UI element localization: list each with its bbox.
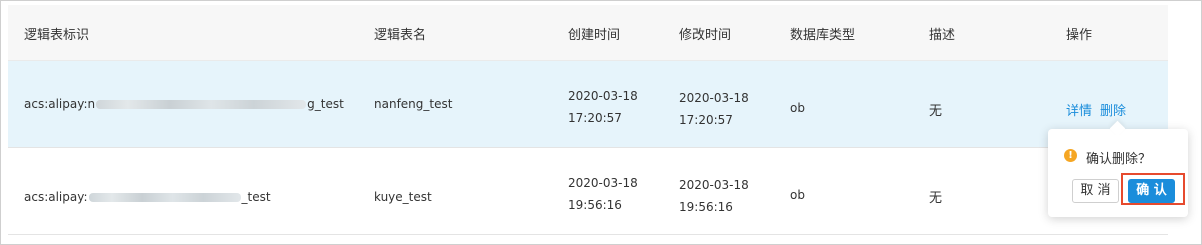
row-name: nanfeng_test	[374, 97, 453, 111]
header-description: 描述	[929, 28, 956, 43]
header-created: 创建时间	[568, 28, 621, 43]
row-actions: 详情 删除	[1066, 100, 1126, 119]
header-name: 逻辑表名	[374, 28, 427, 43]
row-created: 2020-03-18 19:56:16	[568, 172, 638, 216]
header-actions: 操作	[1066, 28, 1093, 43]
row-db-type: ob	[790, 188, 805, 202]
redacted-text	[88, 193, 241, 202]
created-time: 17:20:57	[568, 111, 622, 125]
warning-icon: !	[1064, 149, 1077, 162]
modified-time: 17:20:57	[679, 113, 733, 127]
header-db-type: 数据库类型	[790, 28, 856, 43]
table-row[interactable]: acs:alipay: _test kuye_test 2020-03-18 19…	[8, 148, 1168, 235]
header-id: 逻辑表标识	[24, 28, 90, 43]
created-date: 2020-03-18	[568, 176, 638, 190]
row-modified: 2020-03-18 17:20:57	[679, 87, 749, 131]
modified-date: 2020-03-18	[679, 178, 749, 192]
row-description: 无	[929, 191, 943, 206]
confirm-message: 确认删除？	[1086, 152, 1152, 167]
row-id: acs:alipay: _test	[24, 190, 271, 204]
row-db-type: ob	[790, 101, 805, 115]
row-id-prefix: acs:alipay:n	[24, 97, 96, 111]
detail-link[interactable]: 详情	[1066, 104, 1092, 119]
header-modified: 修改时间	[679, 28, 732, 43]
delete-confirm-popover: ! 确认删除？ 取 消 确 认	[1048, 120, 1188, 217]
row-id-suffix: _test	[241, 190, 271, 204]
delete-link[interactable]: 删除	[1100, 104, 1126, 119]
created-date: 2020-03-18	[568, 89, 638, 103]
row-name: kuye_test	[374, 190, 432, 204]
row-created: 2020-03-18 17:20:57	[568, 85, 638, 129]
cancel-button[interactable]: 取 消	[1072, 179, 1119, 203]
row-id-prefix: acs:alipay:	[24, 190, 88, 204]
row-modified: 2020-03-18 19:56:16	[679, 174, 749, 218]
row-description: 无	[929, 104, 943, 119]
confirm-button[interactable]: 确 认	[1128, 179, 1175, 203]
modified-date: 2020-03-18	[679, 91, 749, 105]
table-header: 逻辑表标识 逻辑表名 创建时间 修改时间 数据库类型 描述 操作	[8, 5, 1168, 61]
modified-time: 19:56:16	[679, 200, 733, 214]
row-id: acs:alipay:n g_test	[24, 97, 344, 111]
redacted-text	[96, 100, 307, 109]
created-time: 19:56:16	[568, 198, 622, 212]
row-id-suffix: g_test	[307, 97, 344, 111]
table-row[interactable]: acs:alipay:n g_test nanfeng_test 2020-03-…	[8, 61, 1168, 148]
